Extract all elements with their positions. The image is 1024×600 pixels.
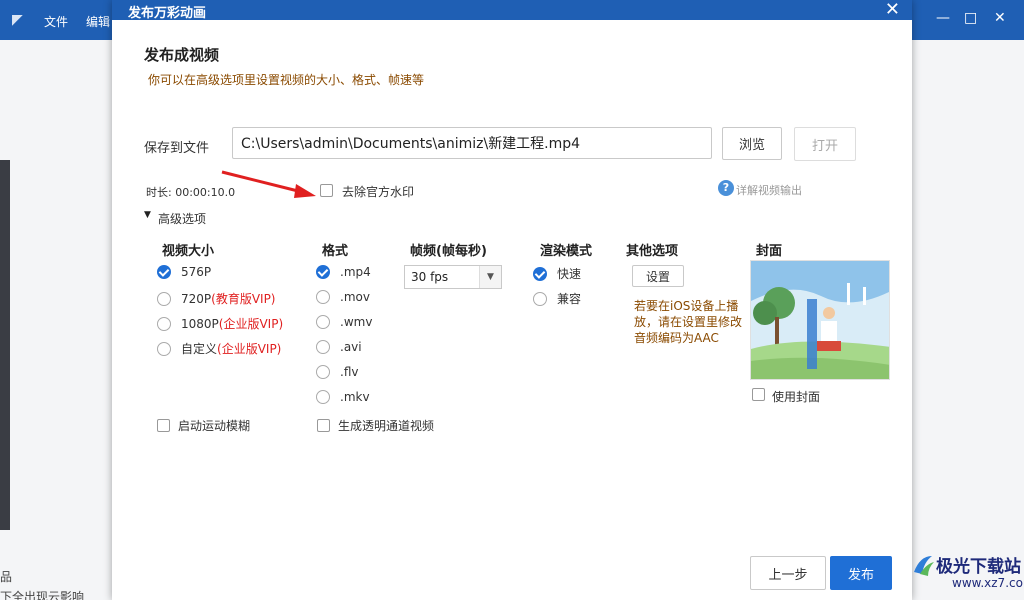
watermark-url: www.xz7.com [952, 576, 1024, 590]
header-other-options: 其他选项 [626, 244, 679, 259]
format-option-flv[interactable]: .flv [316, 365, 358, 379]
render-label: 快速 [557, 267, 582, 281]
app-right-panel [912, 40, 1024, 600]
format-label: .avi [340, 340, 362, 354]
radio-checked-icon[interactable] [157, 265, 171, 279]
dialog-title: 发布万彩动画 [128, 6, 207, 21]
format-option-avi[interactable]: .avi [316, 340, 362, 354]
remove-watermark-checkbox[interactable] [320, 184, 333, 197]
publish-button[interactable]: 发布 [830, 556, 892, 590]
app-left-panel: 品 下全出现云影响 [0, 40, 112, 600]
previous-button[interactable]: 上一步 [750, 556, 826, 590]
save-to-file-label: 保存到文件 [144, 141, 210, 156]
aurora-logo-icon [914, 556, 934, 576]
alpha-channel-option[interactable]: 生成透明通道视频 [317, 417, 434, 434]
vip-badge: (教育版VIP) [211, 292, 276, 306]
radio-icon[interactable] [316, 390, 330, 404]
header-video-size: 视频大小 [162, 244, 215, 259]
format-label: .mov [340, 290, 370, 304]
menu-edit[interactable]: 编辑 [86, 13, 110, 30]
format-option-mkv[interactable]: .mkv [316, 390, 370, 404]
size-label: 576P [181, 265, 212, 279]
radio-checked-icon[interactable] [533, 266, 547, 281]
site-watermark: 极光下载站 www.xz7.com [908, 548, 1024, 600]
radio-icon[interactable] [316, 365, 330, 379]
fps-select[interactable]: 30 fps ▼ [404, 265, 502, 289]
render-option-compat[interactable]: 兼容 [533, 290, 581, 307]
save-path-input[interactable] [232, 127, 712, 159]
app-left-fragment: 下全出现云影响 [0, 590, 85, 600]
app-left-strip [0, 160, 10, 530]
menu-file[interactable]: 文件 [44, 13, 68, 30]
fps-value: 30 fps [411, 270, 449, 284]
size-label: 1080P [181, 316, 219, 331]
size-option-custom[interactable]: 自定义 (企业版VIP) [157, 340, 281, 357]
header-fps: 帧频(帧每秒) [410, 244, 487, 259]
header-render-mode: 渲染模式 [540, 244, 593, 259]
maximize-icon[interactable]: □ [964, 10, 977, 26]
motion-blur-checkbox[interactable] [157, 419, 170, 432]
size-option-720p[interactable]: 720P (教育版VIP) [157, 290, 276, 307]
format-label: .mp4 [340, 265, 371, 279]
cover-illustration [751, 261, 889, 379]
format-option-wmv[interactable]: .wmv [316, 315, 372, 329]
chevron-down-icon[interactable]: ▼ [479, 266, 501, 288]
help-icon[interactable]: ? [718, 180, 734, 196]
radio-icon[interactable] [316, 290, 330, 304]
page-subtitle: 你可以在高级选项里设置视频的大小、格式、帧速等 [148, 73, 425, 87]
format-option-mp4[interactable]: .mp4 [316, 265, 371, 279]
header-cover: 封面 [756, 244, 783, 259]
page-title: 发布成视频 [144, 46, 220, 64]
motion-blur-label: 启动运动模糊 [178, 419, 251, 433]
dialog-titlebar: 发布万彩动画 ✕ [112, 0, 912, 21]
help-link[interactable]: 详解视频输出 [736, 182, 802, 198]
size-option-1080p[interactable]: 1080P (企业版VIP) [157, 315, 283, 332]
collapse-caret-icon[interactable]: ▼ [144, 210, 151, 220]
watermark-text: 极光下载站 [936, 557, 1021, 577]
minimize-icon[interactable]: — [936, 10, 950, 26]
use-cover-checkbox[interactable] [752, 388, 765, 401]
size-label: 自定义 [181, 342, 218, 356]
format-option-mov[interactable]: .mov [316, 290, 370, 304]
ios-note: 若要在iOS设备上播放，请在设置里修改音频编码为AAC [634, 299, 743, 345]
size-option-576p[interactable]: 576P [157, 265, 211, 279]
settings-button[interactable]: 设置 [632, 265, 684, 287]
format-label: .mkv [340, 390, 370, 404]
alpha-channel-label: 生成透明通道视频 [338, 419, 435, 433]
render-option-fast[interactable]: 快速 [533, 265, 581, 282]
radio-icon[interactable] [316, 315, 330, 329]
dialog-close-icon[interactable]: ✕ [885, 0, 900, 20]
red-arrow-annotation [221, 170, 316, 198]
browse-button[interactable]: 浏览 [722, 127, 782, 160]
render-label: 兼容 [557, 292, 582, 306]
radio-icon[interactable] [157, 291, 171, 306]
open-button[interactable]: 打开 [794, 127, 856, 161]
radio-icon[interactable] [157, 341, 171, 356]
motion-blur-option[interactable]: 启动运动模糊 [157, 417, 250, 434]
vip-badge: (企业版VIP) [218, 317, 284, 331]
remove-watermark-label[interactable]: 去除官方水印 [342, 183, 414, 200]
format-label: .flv [340, 365, 359, 379]
size-label: 720P [181, 291, 212, 306]
app-close-icon[interactable]: ✕ [994, 10, 1006, 26]
app-left-fragment: 品 [0, 570, 13, 584]
app-logo-icon: ◤ [12, 12, 23, 28]
advanced-options-toggle[interactable]: 高级选项 [158, 210, 206, 227]
radio-icon[interactable] [533, 291, 547, 306]
format-label: .wmv [340, 315, 373, 329]
vip-badge: (企业版VIP) [217, 342, 282, 356]
radio-icon[interactable] [316, 340, 330, 354]
cover-thumbnail[interactable] [750, 260, 890, 380]
radio-icon[interactable] [157, 316, 171, 331]
header-format: 格式 [322, 244, 349, 259]
publish-dialog: 发布万彩动画 ✕ 发布成视频 你可以在高级选项里设置视频的大小、格式、帧速等 保… [112, 0, 912, 600]
radio-checked-icon[interactable] [316, 265, 330, 279]
alpha-channel-checkbox[interactable] [317, 419, 330, 432]
use-cover-label[interactable]: 使用封面 [772, 388, 820, 405]
